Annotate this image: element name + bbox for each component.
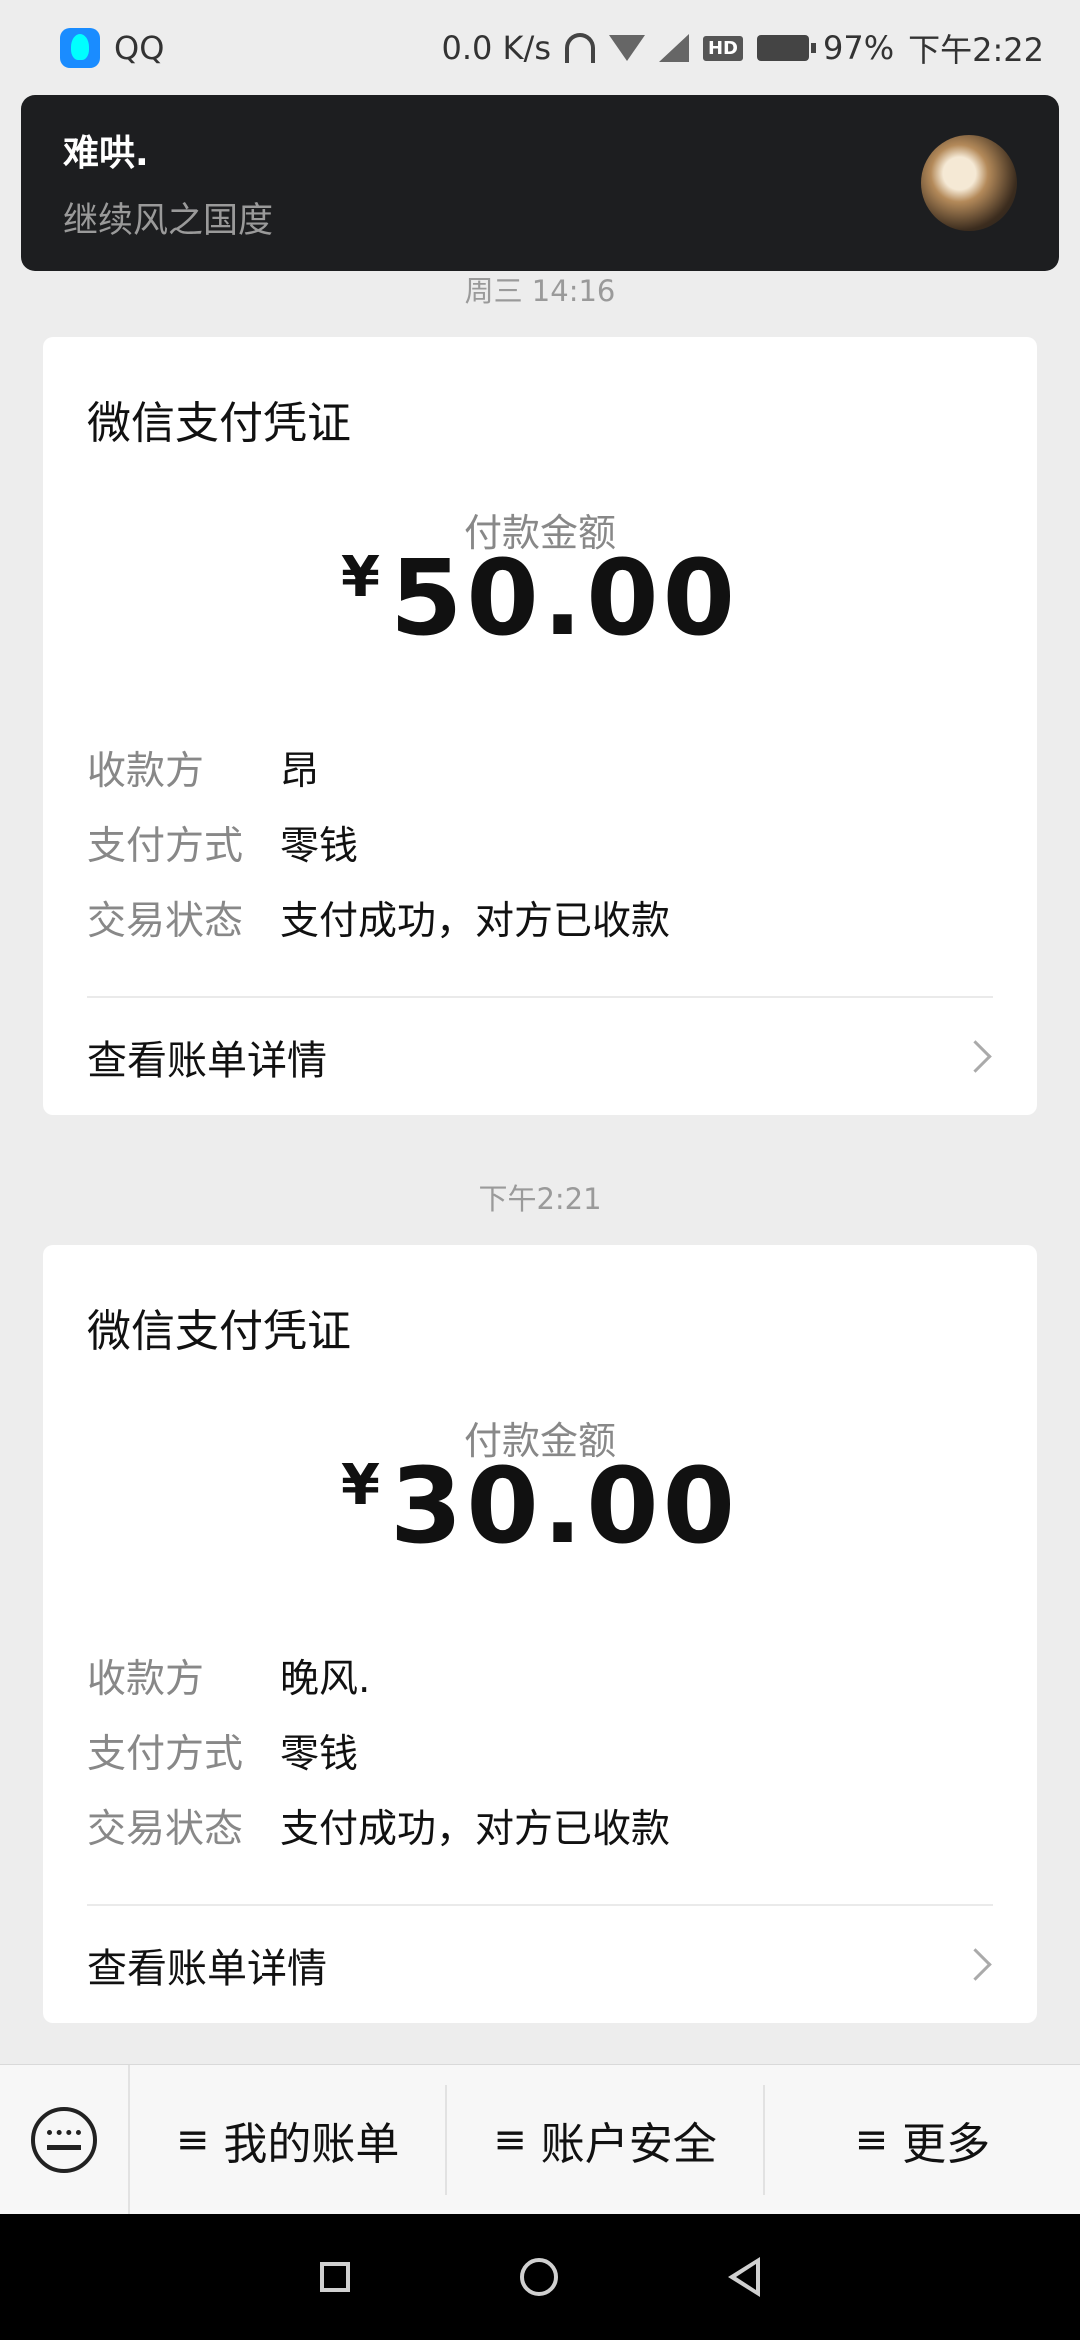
row-key: 交易状态 xyxy=(87,1807,244,1852)
payment-amount: ¥50.00 xyxy=(43,537,1037,659)
menu-label: 我的账单 xyxy=(223,2119,400,2170)
currency-symbol: ¥ xyxy=(341,545,380,610)
payment-card[interactable]: 微信支付凭证 付款金额 ¥50.00 收款方 昂 支付方式 零钱 交易状态 支付… xyxy=(43,337,1037,1115)
status-right: 0.0 K/s HD 97% 下午2:22 xyxy=(441,25,1044,71)
menu-my-bills[interactable]: ≡ 我的账单 xyxy=(130,2085,448,2195)
status-left: QQ xyxy=(60,28,164,68)
status-time: 下午2:22 xyxy=(908,31,1044,69)
card-title: 微信支付凭证 xyxy=(87,398,351,449)
view-bill-detail-link[interactable]: 查看账单详情 xyxy=(87,1906,997,2023)
row-key: 收款方 xyxy=(87,1657,205,1702)
keyboard-icon xyxy=(31,2107,97,2173)
notification-body: 继续风之国度 xyxy=(63,200,274,241)
payment-amount: ¥30.00 xyxy=(43,1445,1037,1567)
row-value: 零钱 xyxy=(280,824,359,869)
amount-value: 30.00 xyxy=(390,1445,739,1567)
headphone-icon xyxy=(564,33,595,63)
menu-label: 账户安全 xyxy=(540,2119,717,2170)
recent-apps-icon[interactable] xyxy=(320,2262,350,2292)
chevron-right-icon xyxy=(959,1948,992,1981)
message-timestamp: 周三 14:16 xyxy=(464,274,616,308)
row-value: 支付成功，对方已收款 xyxy=(280,1807,671,1852)
status-bar: QQ 0.0 K/s HD 97% 下午2:22 xyxy=(0,0,1080,96)
row-value: 支付成功，对方已收款 xyxy=(280,899,671,944)
row-value: 零钱 xyxy=(280,1732,359,1777)
detail-label: 查看账单详情 xyxy=(87,1037,327,1084)
menu-account-security[interactable]: ≡ 账户安全 xyxy=(447,2085,765,2195)
currency-symbol: ¥ xyxy=(341,1453,380,1518)
row-key: 交易状态 xyxy=(87,899,244,944)
hd-icon: HD xyxy=(702,35,743,61)
row-key: 收款方 xyxy=(87,749,205,794)
info-row-method: 支付方式 零钱 xyxy=(87,1723,358,1779)
info-row-status: 交易状态 支付成功，对方已收款 xyxy=(87,890,670,946)
menu-more[interactable]: ≡ 更多 xyxy=(765,2085,1080,2195)
row-value: 晚风. xyxy=(280,1657,371,1702)
chevron-right-icon xyxy=(959,1040,992,1073)
info-row-status: 交易状态 支付成功，对方已收款 xyxy=(87,1798,670,1854)
view-bill-detail-link[interactable]: 查看账单详情 xyxy=(87,998,997,1115)
menu-icon: ≡ xyxy=(493,2117,527,2163)
row-value: 昂 xyxy=(280,749,320,794)
menu-icon: ≡ xyxy=(175,2117,210,2163)
bottom-menu-bar: ≡ 我的账单 ≡ 账户安全 ≡ 更多 xyxy=(0,2064,1080,2215)
notification-banner[interactable]: 难哄. 继续风之国度 xyxy=(21,95,1059,271)
payment-card[interactable]: 微信支付凭证 付款金额 ¥30.00 收款方 晚风. 支付方式 零钱 交易状态 … xyxy=(43,1245,1037,2023)
row-key: 支付方式 xyxy=(87,1732,244,1777)
card-title: 微信支付凭证 xyxy=(87,1306,351,1357)
menu-label: 更多 xyxy=(902,2119,991,2170)
notification-text: 难哄. 继续风之国度 xyxy=(63,124,273,243)
status-app-name: QQ xyxy=(114,29,165,67)
battery-percent: 97% xyxy=(823,29,895,67)
avatar xyxy=(921,135,1017,231)
back-icon[interactable] xyxy=(728,2257,760,2297)
keyboard-toggle-button[interactable] xyxy=(0,2065,130,2215)
info-row-method: 支付方式 零钱 xyxy=(87,815,358,871)
detail-label: 查看账单详情 xyxy=(87,1945,327,1992)
home-icon[interactable] xyxy=(520,2258,558,2296)
row-key: 支付方式 xyxy=(87,824,244,869)
info-row-payee: 收款方 晚风. xyxy=(87,1648,370,1704)
signal-icon xyxy=(658,34,689,62)
message-timestamp: 下午2:21 xyxy=(478,1182,602,1216)
menu-icon: ≡ xyxy=(854,2117,889,2163)
amount-value: 50.00 xyxy=(390,537,739,659)
wifi-icon xyxy=(608,35,645,61)
battery-icon xyxy=(757,35,816,61)
network-speed: 0.0 K/s xyxy=(441,29,551,67)
notification-title: 难哄. xyxy=(63,132,149,174)
qq-app-icon xyxy=(60,28,100,68)
navigation-bar xyxy=(0,2214,1080,2340)
info-row-payee: 收款方 昂 xyxy=(87,740,319,796)
